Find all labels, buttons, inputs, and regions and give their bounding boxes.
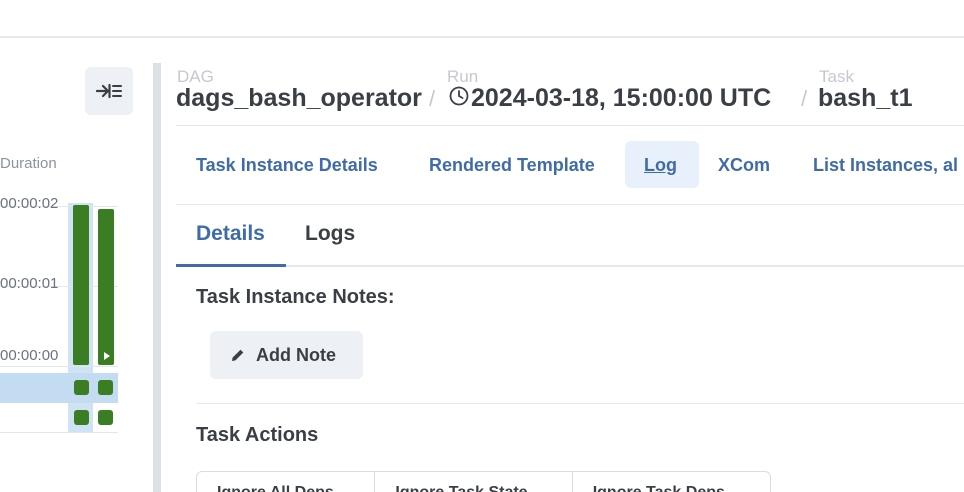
duration-tick: 00:00:00 bbox=[0, 347, 59, 364]
pencil-icon bbox=[232, 349, 244, 361]
subtab-logs[interactable]: Logs bbox=[305, 222, 355, 246]
tab-task-instance-details[interactable]: Task Instance Details bbox=[196, 155, 378, 176]
task-actions-title: Task Actions bbox=[196, 424, 319, 446]
duration-tick: 00:00:01 bbox=[0, 275, 59, 292]
breadcrumb-separator: / bbox=[801, 86, 808, 111]
ignore-task-state-button[interactable]: Ignore Task State bbox=[375, 472, 573, 492]
tab-list-instances[interactable]: List Instances, al bbox=[813, 155, 958, 176]
task-status-square[interactable] bbox=[98, 380, 113, 395]
task-instance-notes-title: Task Instance Notes: bbox=[196, 286, 395, 308]
subtab-details[interactable]: Details bbox=[196, 222, 265, 246]
breadcrumb-task[interactable]: bash_t1 bbox=[818, 84, 912, 113]
tab-xcom[interactable]: XCom bbox=[718, 155, 770, 176]
collapse-right-icon bbox=[96, 83, 122, 99]
header-divider bbox=[176, 125, 964, 126]
task-actions-group: Ignore All Deps Ignore Task State Ignore… bbox=[196, 471, 771, 492]
breadcrumb-dag[interactable]: dags_bash_operator bbox=[176, 84, 422, 113]
play-icon bbox=[104, 352, 110, 360]
ignore-all-deps-button[interactable]: Ignore All Deps bbox=[197, 472, 376, 492]
section-divider bbox=[196, 403, 964, 404]
top-divider bbox=[0, 36, 964, 38]
subtabs-baseline bbox=[176, 265, 964, 267]
gridline bbox=[0, 366, 118, 367]
gridline bbox=[0, 432, 118, 433]
tab-log[interactable]: Log bbox=[644, 155, 677, 176]
subtab-active-indicator bbox=[176, 264, 286, 267]
duration-bar-selected[interactable] bbox=[98, 209, 114, 365]
ignore-task-deps-button[interactable]: Ignore Task Deps bbox=[573, 472, 770, 492]
breadcrumb-separator: / bbox=[429, 86, 436, 111]
collapse-grid-button[interactable] bbox=[85, 67, 133, 115]
task-status-square[interactable] bbox=[74, 380, 89, 395]
add-note-label: Add Note bbox=[256, 344, 336, 365]
clock-icon bbox=[449, 86, 469, 106]
breadcrumb-run[interactable]: 2024-03-18, 15:00:00 UTC bbox=[471, 84, 771, 113]
duration-axis-label: Duration bbox=[0, 155, 57, 172]
tabs-divider bbox=[176, 204, 964, 205]
tab-rendered-template[interactable]: Rendered Template bbox=[429, 155, 595, 176]
task-status-square[interactable] bbox=[98, 410, 113, 425]
task-status-square[interactable] bbox=[74, 410, 89, 425]
duration-tick: 00:00:02 bbox=[0, 195, 59, 212]
add-note-button[interactable]: Add Note bbox=[210, 331, 363, 379]
panel-resize-handle[interactable] bbox=[153, 63, 161, 492]
duration-bar[interactable] bbox=[73, 205, 89, 365]
